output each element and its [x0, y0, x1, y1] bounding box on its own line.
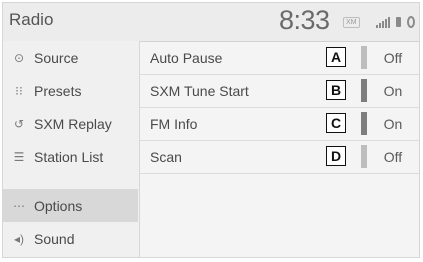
option-value: Off	[383, 49, 403, 66]
sound-icon: ◂)	[13, 231, 25, 246]
options-icon: ⋯	[13, 198, 25, 213]
sidebar-item-label: SXM Replay	[34, 115, 112, 132]
replay-icon: ↺	[13, 116, 25, 131]
toggle-indicator	[361, 79, 367, 102]
edge-icon	[406, 16, 415, 28]
sidebar-item-station-list[interactable]: ☰ Station List	[3, 140, 138, 173]
phone-icon	[395, 17, 401, 27]
sidebar-item-presets[interactable]: ⁝⁝ Presets	[3, 74, 138, 107]
sidebar-item-label: Options	[34, 197, 83, 214]
callout-label: A	[326, 47, 346, 67]
sidebar-item-source[interactable]: ⊙ Source	[3, 41, 138, 74]
sidebar-item-options[interactable]: ⋯ Options	[3, 189, 138, 222]
clock: 8:33	[279, 5, 330, 35]
sidebar-item-label: Station List	[34, 148, 104, 165]
sidebar-item-sound[interactable]: ◂) Sound	[3, 222, 138, 255]
page-title: Radio	[9, 10, 54, 29]
option-row-scan[interactable]: Scan D Off	[140, 140, 419, 174]
toggle-indicator	[361, 145, 367, 168]
xm-status-badge: XM	[343, 16, 360, 28]
signal-icon	[375, 16, 390, 28]
header-bar: Radio 8:33 XM	[3, 3, 419, 42]
sidebar-item-sxm-replay[interactable]: ↺ SXM Replay	[3, 107, 138, 140]
option-row-fm-info[interactable]: FM Info C On	[140, 107, 419, 141]
status-icons: XM	[343, 15, 415, 29]
option-value: On	[383, 115, 403, 132]
presets-icon: ⁝⁝	[15, 83, 23, 98]
option-row-auto-pause[interactable]: Auto Pause A Off	[140, 41, 419, 75]
sidebar-item-label: Source	[34, 49, 79, 66]
radio-screen: Radio 8:33 XM ⊙ Source ⁝⁝ Presets ↺ SXM …	[2, 2, 420, 258]
sidebar: ⊙ Source ⁝⁝ Presets ↺ SXM Replay ☰ Stati…	[3, 41, 140, 257]
callout-label: B	[326, 80, 346, 100]
option-row-sxm-tune-start[interactable]: SXM Tune Start B On	[140, 74, 419, 108]
toggle-indicator	[361, 46, 367, 69]
station-list-icon: ☰	[13, 149, 25, 164]
toggle-indicator	[361, 112, 367, 135]
options-list: Auto Pause A Off SXM Tune Start B On FM …	[140, 41, 419, 257]
option-value: On	[383, 82, 403, 99]
sidebar-item-label: Sound	[34, 230, 75, 247]
callout-label: D	[326, 146, 346, 166]
callout-label: C	[326, 113, 346, 133]
source-icon: ⊙	[13, 50, 25, 65]
option-value: Off	[383, 148, 403, 165]
sidebar-item-label: Presets	[34, 82, 82, 99]
